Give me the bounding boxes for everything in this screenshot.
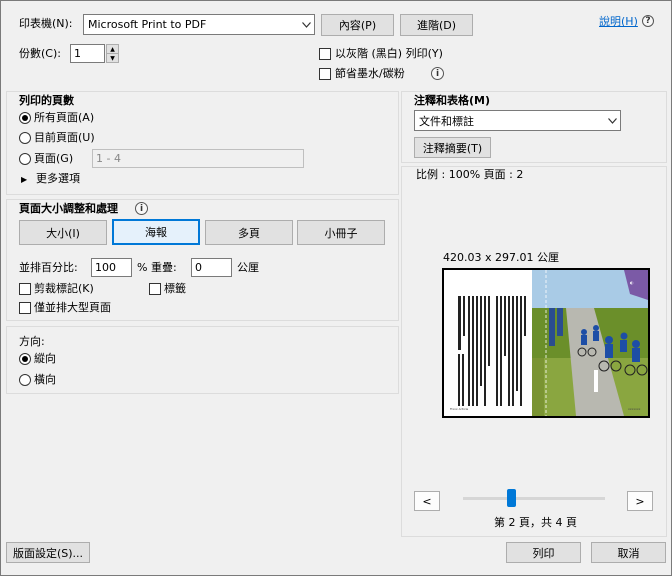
size-button[interactable]: 大小(I) [19, 220, 107, 245]
stepper-down-icon[interactable]: ▼ [107, 54, 118, 62]
portrait-label: 縱向 [34, 352, 56, 365]
pages-label: 頁面(G) [34, 152, 74, 165]
tile-large-checkbox[interactable] [19, 302, 31, 314]
page-dimensions: 420.03 x 297.01 公厘 [443, 251, 559, 264]
landscape-label: 橫向 [34, 373, 56, 386]
overlap-input[interactable]: 0 [191, 258, 232, 277]
page-preview: Fixxx Article ◐ xxxxxxx [442, 268, 650, 418]
page-indicator: 第 2 頁，共 4 頁 [494, 516, 577, 529]
comments-select-value: 文件和標註 [419, 114, 474, 128]
help-icon[interactable]: ? [642, 15, 654, 27]
cancel-button[interactable]: 取消 [591, 542, 666, 563]
copies-label: 份數(C): [19, 47, 61, 60]
scale-text: 比例 : 100% 頁面 : 2 [416, 168, 524, 181]
save-ink-checkbox[interactable] [319, 68, 331, 80]
svg-text:xxxxxxx: xxxxxxx [628, 407, 641, 411]
booklet-button[interactable]: 小冊子 [297, 220, 385, 245]
info-icon[interactable]: i [431, 67, 444, 80]
page-sizing-title: 頁面大小調整和處理 [19, 202, 118, 215]
save-ink-label: 節省墨水/碳粉 [335, 67, 405, 80]
tile-large-label: 僅並排大型頁面 [34, 301, 111, 314]
page-slider-track[interactable] [463, 497, 605, 500]
expand-arrow-icon[interactable]: ▶ [21, 173, 27, 187]
pages-range-input[interactable]: 1 - 4 [92, 149, 304, 168]
grayscale-label: 以灰階 (黑白) 列印(Y) [335, 47, 443, 60]
unit-label: 公厘 [237, 261, 259, 274]
labels-checkbox[interactable] [149, 283, 161, 295]
chevron-down-icon [298, 15, 314, 34]
comments-title: 注釋和表格(M) [414, 94, 491, 107]
more-options-label[interactable]: 更多選項 [36, 172, 80, 186]
all-pages-label: 所有頁面(A) [34, 111, 95, 124]
overlap-label: % 重疊: [137, 261, 177, 274]
help-link[interactable]: 說明(H) [599, 15, 638, 29]
portrait-radio[interactable] [19, 353, 31, 365]
print-dialog: 印表機(N): Microsoft Print to PDF 內容(P) 進階(… [0, 0, 672, 576]
current-page-label: 目前頁面(U) [34, 131, 95, 144]
info-icon[interactable]: i [135, 202, 148, 215]
tile-scale-label: 並排百分比: [19, 261, 78, 274]
summarize-comments-button[interactable]: 注釋摘要(T) [414, 137, 491, 158]
comments-select[interactable]: 文件和標註 [414, 110, 621, 131]
printer-select-value: Microsoft Print to PDF [88, 18, 207, 31]
pages-section-title: 列印的頁數 [19, 94, 74, 107]
prev-page-button[interactable]: < [414, 491, 440, 511]
properties-button[interactable]: 內容(P) [321, 14, 394, 36]
landscape-radio[interactable] [19, 374, 31, 386]
tile-scale-input[interactable]: 100 [91, 258, 132, 277]
cut-marks-checkbox[interactable] [19, 283, 31, 295]
copies-input[interactable]: 1 [70, 44, 105, 63]
pages-radio[interactable] [19, 153, 31, 165]
current-page-radio[interactable] [19, 132, 31, 144]
stepper-up-icon[interactable]: ▲ [107, 45, 118, 54]
print-button[interactable]: 列印 [506, 542, 581, 563]
copies-stepper[interactable]: ▲ ▼ [106, 44, 119, 63]
multiple-button[interactable]: 多頁 [205, 220, 293, 245]
svg-text:◐: ◐ [630, 280, 634, 285]
svg-text:Fixxx Article: Fixxx Article [450, 407, 468, 411]
orientation-section [6, 326, 399, 394]
cut-marks-label: 剪裁標記(K) [34, 282, 94, 295]
chevron-down-icon [604, 111, 620, 130]
poster-button[interactable]: 海報 [112, 219, 200, 245]
page-slider-thumb[interactable] [506, 489, 516, 507]
all-pages-radio[interactable] [19, 112, 31, 124]
advanced-button[interactable]: 進階(D) [400, 14, 473, 36]
labels-label: 標籤 [164, 282, 186, 295]
page-setup-button[interactable]: 版面設定(S)... [6, 542, 90, 563]
preview-image: Fixxx Article ◐ xxxxxxx [450, 270, 648, 416]
orientation-title: 方向: [19, 335, 45, 348]
grayscale-checkbox[interactable] [319, 48, 331, 60]
printer-select[interactable]: Microsoft Print to PDF [83, 14, 315, 35]
printer-label: 印表機(N): [19, 17, 73, 30]
next-page-button[interactable]: > [627, 491, 653, 511]
